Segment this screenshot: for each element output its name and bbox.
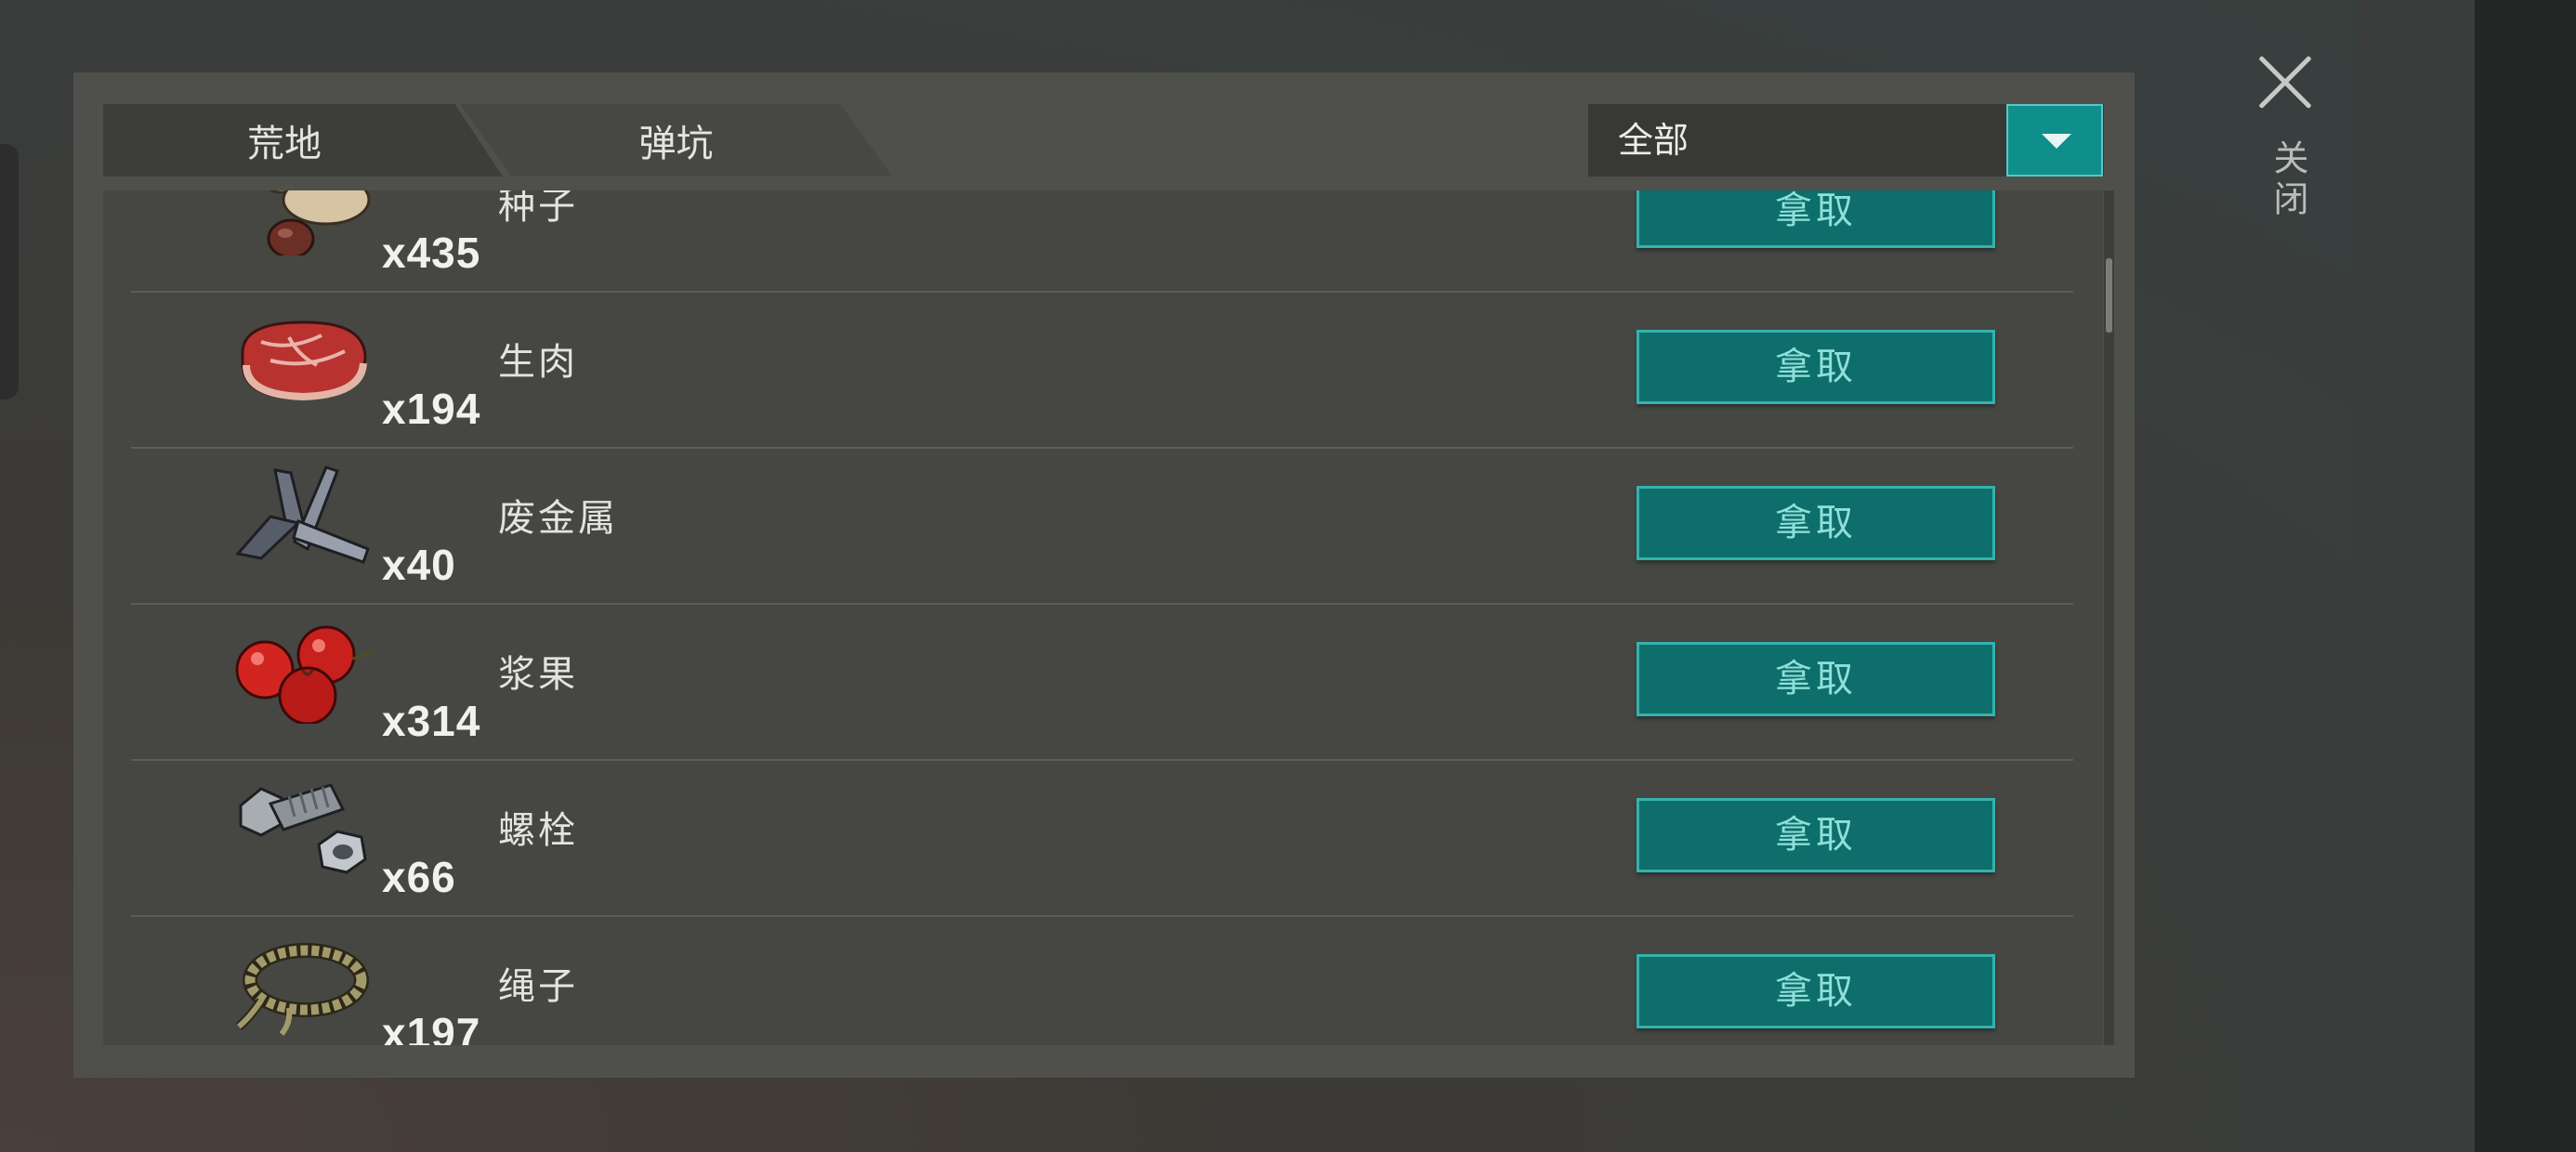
take-button[interactable]: 拿取 [1636, 330, 1995, 404]
take-button[interactable]: 拿取 [1636, 798, 1995, 872]
list-item: x435 种子 拿取 [131, 190, 2073, 293]
item-count: x314 [382, 697, 481, 745]
filter-selected-value: 全部 [1618, 120, 1689, 161]
tab-label: 荒地 [247, 123, 322, 165]
item-name: 废金属 [498, 497, 618, 540]
take-button[interactable]: 拿取 [1636, 954, 1995, 1028]
item-count: x435 [382, 229, 481, 277]
list-item: x40 废金属 拿取 [131, 447, 2073, 605]
take-button[interactable]: 拿取 [1636, 642, 1995, 716]
bolt-nut-icon [239, 783, 367, 874]
tab-wasteland[interactable]: 荒地 [103, 104, 503, 177]
raw-meat-icon [241, 321, 367, 401]
left-edge-handle [0, 144, 19, 399]
chevron-down-icon[interactable] [2006, 104, 2103, 177]
list-item: x66 螺栓 拿取 [131, 759, 2073, 917]
item-count: x194 [382, 385, 481, 433]
item-name: 螺栓 [498, 809, 578, 852]
berries-icon [235, 625, 372, 724]
close-icon[interactable] [2254, 51, 2317, 114]
item-name: 种子 [498, 190, 578, 228]
item-count: x40 [382, 541, 456, 589]
side-strip-dark [2475, 0, 2576, 1152]
item-name: 浆果 [498, 653, 578, 696]
seeds-icon [267, 190, 371, 255]
scrap-metal-icon [235, 465, 370, 564]
list-item: x314 浆果 拿取 [131, 603, 2073, 761]
item-count: x197 [382, 1009, 481, 1045]
close-label[interactable]: 关闭 [2258, 139, 2314, 221]
scrollbar-thumb[interactable] [2106, 258, 2112, 333]
side-strip [2356, 0, 2475, 1152]
item-list: x435 种子 拿取 x194 生肉 拿取 x40 废金属 拿取 x314 浆果… [103, 190, 2103, 1045]
tab-label: 弹坑 [638, 123, 714, 165]
list-item: x194 生肉 拿取 [131, 291, 2073, 449]
item-name: 生肉 [498, 341, 578, 384]
tab-crater[interactable]: 弹坑 [460, 104, 892, 177]
take-button[interactable]: 拿取 [1636, 190, 1995, 248]
item-name: 绳子 [498, 965, 578, 1008]
rope-icon [235, 943, 369, 1036]
take-button[interactable]: 拿取 [1636, 486, 1995, 560]
item-count: x66 [382, 853, 456, 901]
list-item: x197 绳子 拿取 [131, 915, 2073, 1045]
